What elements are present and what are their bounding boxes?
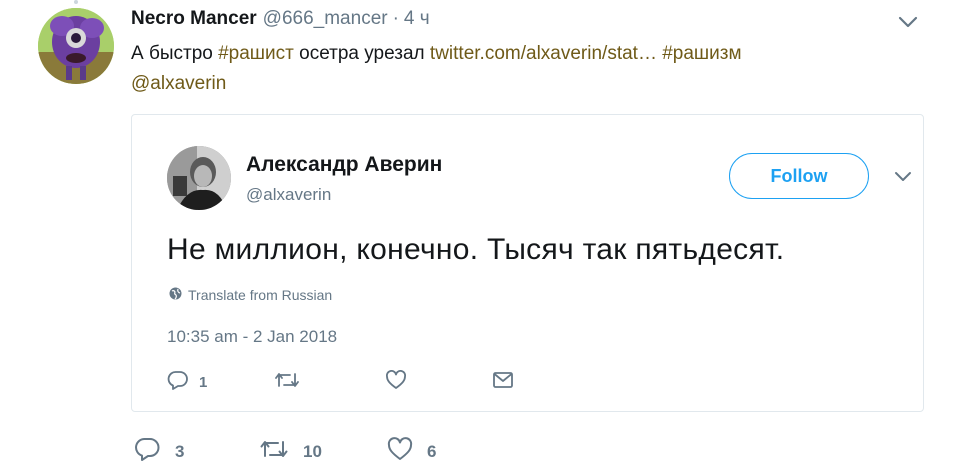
retweet-button[interactable]	[274, 370, 300, 394]
reply-icon	[167, 370, 189, 394]
author-avatar[interactable]	[38, 8, 114, 84]
reply-count: 1	[199, 373, 208, 391]
hashtag-link[interactable]: #рашист	[218, 43, 294, 64]
like-count: 6	[427, 441, 437, 461]
like-icon	[387, 437, 413, 466]
like-button[interactable]: 6	[387, 437, 436, 466]
follow-button[interactable]: Follow	[729, 153, 869, 199]
mention-link[interactable]: @alxaverin	[131, 73, 226, 94]
thread-connector	[74, 0, 78, 4]
like-icon	[385, 370, 407, 394]
retweet-icon	[259, 437, 289, 466]
reply-icon	[135, 437, 161, 466]
author-name[interactable]: Necro Mancer	[131, 8, 257, 30]
author-handle[interactable]: @666_mancer	[263, 8, 388, 30]
like-button[interactable]	[385, 370, 407, 394]
url-link[interactable]: twitter.com/alxaverin/stat…	[430, 43, 657, 64]
globe-icon	[169, 287, 182, 303]
tweet-text-part: осетра урезал	[293, 43, 430, 64]
chevron-down-icon[interactable]	[892, 169, 914, 185]
quoted-author-name[interactable]: Александр Аверин	[246, 153, 442, 177]
quoted-author-handle[interactable]: @alxaverin	[246, 185, 331, 205]
direct-message-button[interactable]	[492, 370, 514, 394]
tweet-header: Necro Mancer @666_mancer · 4 ч	[131, 8, 430, 34]
dm-icon	[492, 370, 514, 394]
hashtag-link[interactable]: #рашизм	[662, 43, 741, 64]
tweet-text-part: А быстро	[131, 43, 219, 64]
tweet-text: А быстро #рашист осетра урезал twitter.c…	[131, 39, 951, 99]
quoted-tweet-text: Не миллион, конечно. Тысяч так пятьдесят…	[167, 233, 785, 266]
retweet-count: 10	[303, 441, 322, 461]
retweet-icon	[274, 370, 300, 394]
reply-button[interactable]: 3	[135, 437, 184, 466]
retweet-button[interactable]: 10	[259, 437, 322, 466]
translate-link[interactable]: Translate from Russian	[169, 287, 332, 303]
quoted-tweet-card[interactable]: Александр Аверин @alxaverin Follow Не ми…	[131, 114, 924, 412]
tweet-time[interactable]: 4 ч	[404, 8, 430, 30]
separator: ·	[392, 8, 399, 29]
quoted-timestamp[interactable]: 10:35 am - 2 Jan 2018	[167, 327, 337, 347]
translate-label[interactable]: Translate from Russian	[188, 287, 332, 303]
reply-count: 3	[175, 441, 185, 461]
chevron-down-icon[interactable]	[896, 12, 920, 32]
reply-button[interactable]: 1	[167, 370, 207, 394]
quoted-author-avatar[interactable]	[167, 146, 231, 210]
